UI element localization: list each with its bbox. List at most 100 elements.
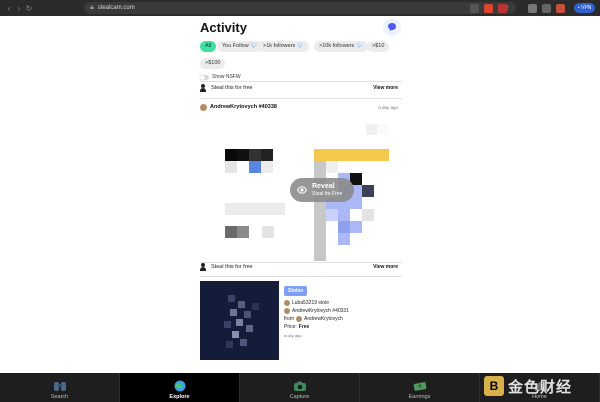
extension-icon[interactable] bbox=[470, 3, 479, 13]
address-text: stealcam.com bbox=[97, 5, 135, 11]
watermark: B 金色财经 bbox=[484, 374, 572, 398]
filter-chip-10-dollars[interactable]: >$10 bbox=[367, 41, 390, 52]
browser-toolbar: ‹ › ↻ 🔒︎ stealcam.com ⇪ • VPN bbox=[0, 0, 600, 16]
pixel-block bbox=[338, 209, 350, 221]
reveal-button[interactable]: Reveal Steal for Free bbox=[290, 178, 354, 202]
pixel-block bbox=[338, 233, 350, 245]
wallet-icon[interactable] bbox=[556, 3, 565, 13]
avatar[interactable] bbox=[284, 308, 290, 314]
filter-chip-you-follow[interactable]: You Follow 🐦︎ bbox=[217, 41, 263, 52]
pixel-block bbox=[366, 124, 377, 135]
lock-icon: 🔒︎ bbox=[90, 4, 94, 11]
filter-chip-all[interactable]: All bbox=[200, 41, 217, 52]
person-icon bbox=[200, 263, 206, 271]
toolbar-icons bbox=[528, 3, 565, 13]
pixel-block bbox=[362, 209, 374, 221]
pixel-block bbox=[244, 311, 251, 318]
vpn-button[interactable]: • VPN bbox=[574, 3, 596, 13]
page-title: Activity bbox=[200, 20, 247, 35]
tab-capture[interactable]: Capture bbox=[240, 373, 360, 402]
pixel-block bbox=[314, 149, 389, 161]
messages-button[interactable] bbox=[383, 18, 401, 36]
filter-chip-10k[interactable]: >10k followers 🐦︎ bbox=[314, 41, 368, 52]
nsfw-toggle-row: Show NSFW bbox=[200, 74, 241, 80]
pixel-block bbox=[246, 325, 253, 332]
back-icon[interactable]: ‹ bbox=[4, 4, 14, 13]
pixel-block bbox=[326, 161, 338, 173]
pixel-block bbox=[261, 149, 273, 161]
avatar[interactable] bbox=[200, 103, 207, 111]
stolen-thumbnail[interactable] bbox=[200, 281, 279, 360]
stolen-badge: Stolen bbox=[284, 286, 308, 296]
pixel-block bbox=[262, 226, 274, 238]
pixel-block bbox=[350, 221, 362, 233]
reload-icon[interactable]: ↻ bbox=[24, 4, 34, 13]
pixel-block bbox=[377, 124, 388, 135]
tab-label: Capture bbox=[289, 394, 310, 400]
pixel-block bbox=[249, 149, 261, 161]
steal-row: Steal this for free View more bbox=[200, 262, 402, 272]
from-row: from AndrewKrytovych bbox=[284, 316, 343, 322]
pixel-block bbox=[228, 295, 235, 302]
pixel-block bbox=[225, 226, 237, 238]
steal-text: Steal this for free bbox=[211, 264, 253, 270]
divider bbox=[200, 276, 402, 277]
filter-chip-1k[interactable]: >1k followers 🐦︎ bbox=[258, 41, 309, 52]
pixel-block bbox=[230, 309, 237, 316]
stolen-by-row: Luba53219 stole bbox=[284, 300, 329, 306]
nsfw-toggle[interactable] bbox=[200, 74, 209, 80]
twitter-icon: 🐦︎ bbox=[250, 43, 258, 49]
pixel-block bbox=[252, 303, 259, 310]
address-bar[interactable]: 🔒︎ stealcam.com ⇪ bbox=[84, 2, 516, 14]
from-user[interactable]: AndrewKrytovych bbox=[304, 316, 343, 322]
pixel-block bbox=[237, 226, 249, 238]
tab-label: Explore bbox=[169, 394, 190, 400]
post-timestamp: a day ago bbox=[378, 104, 398, 110]
pixel-block bbox=[314, 161, 326, 261]
screen: ‹ › ↻ 🔒︎ stealcam.com ⇪ • VPN Activity A… bbox=[0, 0, 600, 402]
price-label: Price: bbox=[284, 324, 297, 330]
pixel-block bbox=[237, 149, 249, 161]
sidebar-icon[interactable] bbox=[542, 3, 551, 13]
nsfw-label: Show NSFW bbox=[212, 74, 241, 80]
pixel-block bbox=[362, 185, 374, 197]
from-label: from bbox=[284, 316, 294, 322]
pixel-block bbox=[225, 203, 285, 215]
avatar[interactable] bbox=[296, 316, 302, 322]
pixel-block bbox=[240, 339, 247, 346]
pixel-block bbox=[249, 161, 261, 173]
puzzle-icon[interactable] bbox=[528, 3, 537, 13]
extensions bbox=[470, 3, 507, 13]
tab-search[interactable]: Search bbox=[0, 373, 120, 402]
divider bbox=[200, 98, 402, 99]
forward-icon[interactable]: › bbox=[14, 4, 24, 13]
watermark-text: 金色财经 bbox=[508, 378, 573, 396]
post-username[interactable]: AndrewKrytovych #40338 bbox=[210, 104, 277, 110]
stolen-item-row: AndrewKrytovych #40331 bbox=[284, 308, 349, 314]
reveal-subtitle: Steal for Free bbox=[312, 190, 343, 197]
eye-icon bbox=[297, 186, 307, 194]
pixel-block bbox=[224, 321, 231, 328]
view-more-link[interactable]: View more bbox=[373, 264, 398, 270]
pixel-block bbox=[338, 221, 350, 233]
divider bbox=[200, 81, 402, 82]
pixel-block bbox=[226, 341, 233, 348]
pixel-block bbox=[225, 161, 237, 173]
view-more-link[interactable]: View more bbox=[373, 85, 398, 91]
stolen-item-text[interactable]: AndrewKrytovych #40331 bbox=[292, 308, 349, 314]
pixel-block bbox=[236, 319, 243, 326]
stolen-by-text[interactable]: Luba53219 stole bbox=[292, 300, 329, 306]
tab-explore[interactable]: Explore bbox=[120, 373, 240, 402]
filter-chip-100-dollars[interactable]: >$100 bbox=[200, 58, 226, 69]
stolen-card[interactable]: Stolen Luba53219 stole AndrewKrytovych #… bbox=[200, 281, 402, 365]
brave-shield-icon[interactable] bbox=[484, 3, 493, 13]
avatar[interactable] bbox=[284, 300, 290, 306]
tab-label: Earnings bbox=[408, 394, 431, 400]
blurred-photo[interactable]: Reveal Steal for Free bbox=[222, 116, 390, 261]
tab-earnings[interactable]: Earnings bbox=[360, 373, 480, 402]
pixel-block bbox=[232, 331, 239, 338]
binoculars-icon bbox=[53, 382, 66, 391]
money-icon bbox=[413, 382, 426, 391]
pixel-block bbox=[326, 209, 338, 221]
extension-icon[interactable] bbox=[498, 3, 507, 13]
